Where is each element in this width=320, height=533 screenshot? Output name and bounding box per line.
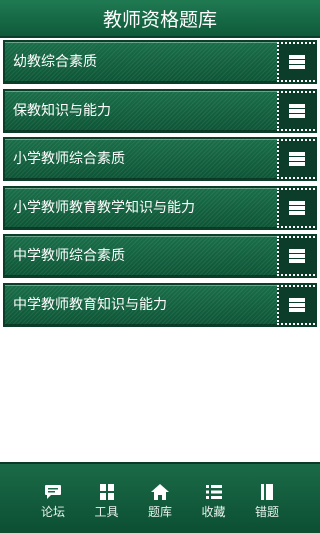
- tab-favorites[interactable]: 收藏: [188, 484, 240, 520]
- tab-question-bank[interactable]: 题库: [134, 484, 186, 520]
- subject-row-primary-teaching[interactable]: 小学教师教育教学知识与能力: [3, 185, 317, 230]
- subject-row-middle-general[interactable]: 中学教师综合素质: [3, 234, 317, 279]
- tab-tools[interactable]: 工具: [81, 484, 133, 520]
- menu-lines-icon: [289, 55, 305, 69]
- grid-icon: [99, 484, 114, 500]
- menu-lines-icon: [289, 249, 305, 264]
- menu-lines-icon: [289, 103, 305, 118]
- bottom-tab-bar: 论坛 工具 题库 收藏 错题: [0, 462, 320, 533]
- subject-label: 中学教师教育知识与能力: [13, 296, 167, 313]
- home-icon: [151, 484, 169, 500]
- subject-row-primary-general[interactable]: 小学教师综合素质: [3, 137, 317, 182]
- book-icon: [261, 484, 273, 500]
- menu-lines-icon: [289, 297, 305, 312]
- subject-menu-button[interactable]: [277, 42, 315, 82]
- tab-label: 收藏: [201, 505, 226, 519]
- subject-menu-button[interactable]: [277, 187, 315, 228]
- page-title: 教师资格题库: [102, 8, 217, 31]
- subject-row-kindergarten-general[interactable]: 幼教综合素质: [3, 40, 317, 84]
- tab-label: 工具: [94, 505, 119, 519]
- tab-label: 错题: [254, 505, 279, 519]
- subject-label: 幼教综合素质: [13, 54, 97, 70]
- tab-label: 题库: [147, 505, 172, 519]
- subject-label: 小学教师教育教学知识与能力: [13, 199, 195, 216]
- subject-label: 小学教师综合素质: [13, 151, 125, 168]
- subject-label: 保教知识与能力: [13, 102, 111, 119]
- subject-menu-button[interactable]: [277, 284, 315, 325]
- menu-lines-icon: [289, 152, 305, 167]
- subject-list: 幼教综合素质 保教知识与能力 小学教师综合素质 小学教师教育教学知识与能力 中学…: [3, 40, 317, 332]
- tab-forum[interactable]: 论坛: [27, 484, 79, 520]
- subject-menu-button[interactable]: [277, 90, 315, 131]
- subject-row-care-education[interactable]: 保教知识与能力: [3, 88, 317, 133]
- tab-mistakes[interactable]: 错题: [241, 484, 293, 520]
- title-bar: 教师资格题库: [0, 0, 320, 38]
- subject-menu-button[interactable]: [277, 236, 315, 277]
- subject-menu-button[interactable]: [277, 139, 315, 180]
- subject-label: 中学教师综合素质: [13, 248, 125, 265]
- subject-row-middle-education[interactable]: 中学教师教育知识与能力: [3, 282, 317, 327]
- tab-label: 论坛: [40, 505, 65, 519]
- list-icon: [205, 485, 222, 499]
- chat-bubble-icon: [45, 485, 61, 499]
- menu-lines-icon: [289, 200, 305, 215]
